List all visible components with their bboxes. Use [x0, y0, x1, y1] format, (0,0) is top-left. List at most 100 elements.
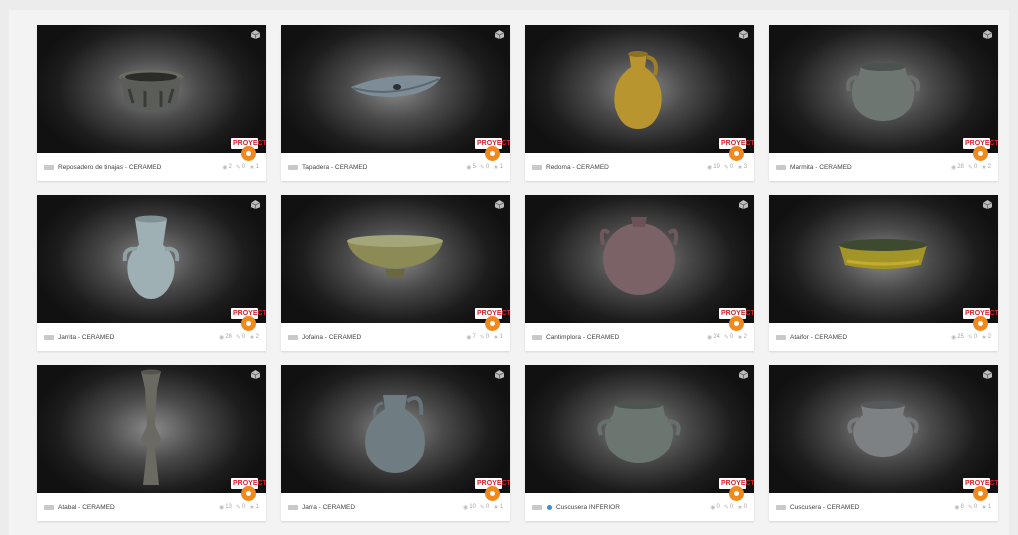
model-info-bar: Cuscusera INFERIOR ◉ 0 ✎ 0 ★ 0 [525, 493, 754, 521]
eye-icon: ◉ [710, 504, 716, 511]
staffpick-badge-icon [729, 486, 744, 501]
staffpick-badge-icon [485, 486, 500, 501]
model-title[interactable]: Jofaina - CERAMED [302, 334, 361, 341]
author-avatar[interactable] [44, 164, 54, 170]
model-info-bar: Redoma - CERAMED ◉ 19 ✎ 0 ★ 3 [525, 153, 754, 181]
model-card[interactable]: PROYECTA Atabal - CERAMED ◉13 ✎0 ★1 [37, 365, 266, 521]
model-card[interactable]: PROYECTA Cuscusera INFERIOR ◉0 ✎0 ★0 [525, 365, 754, 521]
model-title[interactable]: Jarrita - CERAMED [58, 334, 114, 341]
3d-cube-icon [983, 370, 992, 379]
model-title[interactable]: Redoma - CERAMED [546, 164, 609, 171]
star-icon: ★ [249, 164, 255, 171]
model-thumbnail[interactable]: PROYECTA [769, 195, 998, 323]
likes-count: ★ 1 [493, 164, 503, 171]
staffpick-badge-icon [973, 316, 988, 331]
model-thumbnail[interactable]: PROYECTA [769, 25, 998, 153]
views-count: ◉ 28 [218, 334, 232, 341]
model-preview [365, 395, 425, 473]
model-thumbnail[interactable]: PROYECTA [37, 365, 266, 493]
staffpick-badge-icon [241, 486, 256, 501]
3d-cube-icon [495, 200, 504, 209]
comment-icon: ✎ [479, 164, 485, 171]
model-info-bar: Reposadero de tinajas - CERAMED ◉ 2 ✎ 0 ★ 1 [37, 153, 266, 181]
model-title[interactable]: Marmita - CERAMED [790, 164, 852, 171]
model-title[interactable]: Tapadera - CERAMED [302, 164, 367, 171]
model-card[interactable]: PROYECTA Reposadero de tinajas - CERAMED… [37, 25, 266, 181]
model-thumbnail[interactable]: PROYECTA [281, 365, 510, 493]
model-card[interactable]: PROYECTA Redoma - CERAMED ◉19 ✎0 ★3 [525, 25, 754, 181]
model-card[interactable]: PROYECTA Marmita - CERAMED ◉28 ✎0 ★2 [769, 25, 998, 181]
model-thumbnail[interactable]: PROYECTA [525, 195, 754, 323]
model-title[interactable]: Cantimplora - CERAMED [546, 334, 619, 341]
eye-icon: ◉ [950, 334, 957, 341]
model-card[interactable]: PROYECTA Cuscusera - CERAMED ◉8 ✎0 ★1 [769, 365, 998, 521]
model-title[interactable]: Reposadero de tinajas - CERAMED [58, 164, 161, 171]
comment-icon: ✎ [723, 164, 729, 171]
model-info-bar: Cantimplora - CERAMED ◉ 24 ✎ 0 ★ 2 [525, 323, 754, 351]
model-preview [599, 217, 679, 295]
model-title[interactable]: Atabal - CERAMED [58, 504, 115, 511]
author-avatar[interactable] [44, 334, 54, 340]
model-thumbnail[interactable]: PROYECTA [525, 25, 754, 153]
model-info-bar: Cuscusera - CERAMED ◉ 8 ✎ 0 ★ 1 [769, 493, 998, 521]
eye-icon: ◉ [466, 164, 472, 171]
model-thumbnail[interactable]: PROYECTA [769, 365, 998, 493]
staffpick-badge-icon [973, 146, 988, 161]
comments-count: ✎ 0 [479, 334, 490, 341]
comment-icon: ✎ [723, 504, 729, 511]
model-title[interactable]: Cuscusera - CERAMED [790, 504, 859, 511]
comments-count: ✎ 0 [479, 164, 490, 171]
models-grid: PROYECTA Reposadero de tinajas - CERAMED… [37, 25, 998, 521]
model-title[interactable]: Ataifor - CERAMED [790, 334, 847, 341]
eye-icon: ◉ [462, 504, 469, 511]
author-avatar[interactable] [776, 334, 786, 340]
model-card[interactable]: PROYECTA Cantimplora - CERAMED ◉24 ✎0 ★2 [525, 195, 754, 351]
3d-cube-icon [983, 30, 992, 39]
star-icon: ★ [981, 504, 987, 511]
author-avatar[interactable] [532, 164, 542, 170]
likes-count: ★ 1 [493, 504, 503, 511]
model-card[interactable]: PROYECTA Tapadera - CERAMED ◉5 ✎0 ★1 [281, 25, 510, 181]
likes-count: ★ 1 [249, 164, 259, 171]
model-thumbnail[interactable]: PROYECTA [281, 25, 510, 153]
model-card[interactable]: PROYECTA Jarrita - CERAMED ◉28 ✎0 ★2 [37, 195, 266, 351]
views-count: ◉ 28 [950, 164, 964, 171]
likes-count: ★ 2 [981, 334, 991, 341]
model-card[interactable]: PROYECTA Jofaina - CERAMED ◉7 ✎0 ★1 [281, 195, 510, 351]
model-title[interactable]: Cuscusera INFERIOR [556, 504, 620, 511]
model-thumbnail[interactable]: PROYECTA [281, 195, 510, 323]
model-thumbnail[interactable]: PROYECTA [37, 25, 266, 153]
views-count: ◉ 0 [710, 504, 720, 511]
model-preview [614, 51, 662, 129]
likes-count: ★ 3 [737, 164, 747, 171]
comments-count: ✎ 0 [723, 334, 734, 341]
model-thumbnail[interactable]: PROYECTA [525, 365, 754, 493]
star-icon: ★ [981, 334, 987, 341]
author-avatar[interactable] [288, 334, 298, 340]
eye-icon: ◉ [706, 334, 713, 341]
model-info-bar: Ataifor - CERAMED ◉ 25 ✎ 0 ★ 2 [769, 323, 998, 351]
3d-cube-icon [495, 370, 504, 379]
star-icon: ★ [981, 164, 987, 171]
author-avatar[interactable] [776, 164, 786, 170]
staffpick-badge-icon [729, 316, 744, 331]
model-card[interactable]: PROYECTA Jarra - CERAMED ◉10 ✎0 ★1 [281, 365, 510, 521]
model-preview [119, 70, 183, 110]
comments-count: ✎ 0 [723, 164, 734, 171]
author-avatar[interactable] [776, 504, 786, 510]
author-avatar[interactable] [288, 504, 298, 510]
model-preview [351, 75, 441, 97]
model-thumbnail[interactable]: PROYECTA [37, 195, 266, 323]
author-avatar[interactable] [44, 504, 54, 510]
likes-count: ★ 1 [493, 334, 503, 341]
model-title[interactable]: Jarra - CERAMED [302, 504, 355, 511]
author-avatar[interactable] [532, 504, 542, 510]
comment-icon: ✎ [235, 164, 241, 171]
model-card[interactable]: PROYECTA Ataifor - CERAMED ◉25 ✎0 ★2 [769, 195, 998, 351]
author-avatar[interactable] [288, 164, 298, 170]
star-icon: ★ [249, 334, 255, 341]
author-avatar[interactable] [532, 334, 542, 340]
3d-cube-icon [739, 30, 748, 39]
model-preview [846, 63, 920, 121]
model-info-bar: Jarrita - CERAMED ◉ 28 ✎ 0 ★ 2 [37, 323, 266, 351]
